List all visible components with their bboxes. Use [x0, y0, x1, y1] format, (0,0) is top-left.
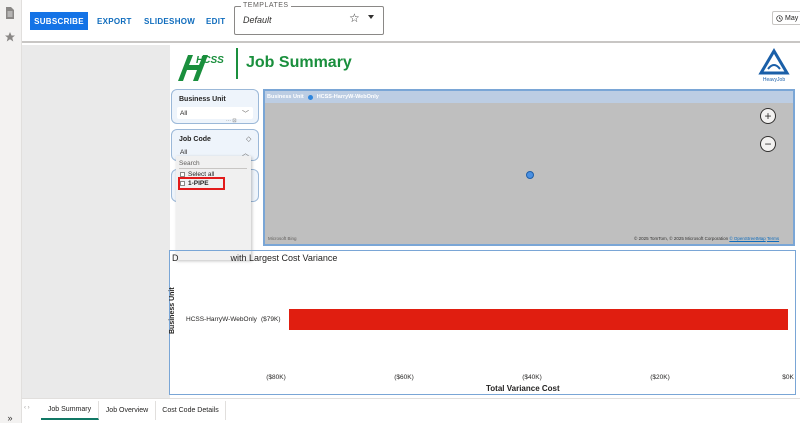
- map-brand: Microsoft Bing: [268, 236, 297, 241]
- chart-title-text: with Largest Cost Variance: [230, 253, 338, 263]
- chevron-down-icon: ﹀: [242, 111, 249, 118]
- map-legend-item: HCSS-HarryW-WebOnly: [316, 94, 379, 100]
- attribution-text: © 2025 TomTom, © 2025 Microsoft Corporat…: [634, 236, 729, 241]
- logo-text: HCSS: [196, 55, 224, 66]
- star-icon[interactable]: [3, 30, 17, 44]
- x-tick-label: ($80K): [266, 374, 286, 381]
- left-rail: [0, 0, 22, 423]
- x-tick-label: $0K: [782, 374, 794, 381]
- x-tick-label: ($40K): [522, 374, 542, 381]
- business-unit-slicer-title: Business Unit: [179, 96, 226, 103]
- map-location-point[interactable]: [526, 171, 534, 179]
- chart-title: Dwith Largest Cost Variance: [172, 253, 337, 263]
- chart-y-axis-label: Business Unit: [169, 287, 176, 334]
- x-tick-label: ($20K): [650, 374, 670, 381]
- favorite-star-icon[interactable]: ☆: [349, 11, 360, 25]
- templates-label: TEMPLATES: [241, 2, 291, 9]
- search-underline: [179, 168, 247, 169]
- heavyjob-logo-text: HeavyJob: [763, 77, 785, 83]
- zoom-out-button[interactable]: −: [760, 136, 776, 152]
- chart-x-axis-label: Total Variance Cost: [486, 384, 560, 393]
- caret-down-icon[interactable]: [368, 15, 374, 19]
- map-legend: Business Unit HCSS-HarryW-WebOnly: [265, 91, 793, 103]
- terms-link[interactable]: Terms: [767, 236, 779, 241]
- tab-job-overview[interactable]: Job Overview: [99, 401, 156, 420]
- heavyjob-logo: HeavyJob: [758, 48, 790, 83]
- page-title: Job Summary: [246, 54, 352, 71]
- clock-icon: [776, 14, 783, 22]
- export-button[interactable]: EXPORT: [97, 12, 132, 30]
- map-visual[interactable]: [263, 89, 795, 246]
- hcss-logo: HCSS: [178, 55, 224, 81]
- slideshow-button[interactable]: SLIDESHOW: [144, 12, 195, 30]
- tab-cost-code-details[interactable]: Cost Code Details: [156, 401, 226, 420]
- bar-data-label: ($79K): [261, 316, 281, 323]
- job-code-search-input[interactable]: Search: [179, 160, 200, 167]
- tab-scroll-arrows[interactable]: ‹ ›: [24, 405, 30, 411]
- subscribe-button[interactable]: SUBSCRIBE: [30, 12, 88, 30]
- business-unit-value: All: [180, 109, 188, 117]
- osm-link[interactable]: © OpenStreetMap: [729, 236, 765, 241]
- bar-0[interactable]: [289, 309, 788, 330]
- slicer-options-icons[interactable]: ⋯ ⊡: [226, 118, 237, 124]
- map-legend-title: Business Unit: [267, 94, 304, 100]
- job-code-slicer-title: Job Code: [179, 136, 211, 143]
- zoom-in-button[interactable]: +: [760, 108, 776, 124]
- job-code-value: All: [180, 148, 188, 156]
- edit-button[interactable]: EDIT: [206, 12, 225, 30]
- category-label: HCSS-HarryW-WebOnly: [186, 316, 257, 323]
- toolbar: [22, 0, 800, 43]
- title-divider: [236, 48, 238, 79]
- document-icon[interactable]: [3, 6, 17, 20]
- tab-job-summary[interactable]: Job Summary: [41, 401, 99, 420]
- chart-title-prefix: D: [172, 253, 179, 263]
- date-button[interactable]: May: [772, 11, 800, 25]
- legend-dot-icon: [307, 94, 313, 100]
- x-tick-label: ($60K): [394, 374, 414, 381]
- eraser-icon[interactable]: ◇: [246, 135, 251, 143]
- business-unit-dropdown[interactable]: All ﹀: [177, 107, 253, 119]
- highlight-box: [178, 177, 225, 190]
- templates-value: Default: [243, 15, 272, 25]
- date-label: May: [785, 14, 799, 22]
- business-unit-slicer: Business Unit All ﹀: [171, 89, 259, 124]
- map-attribution: © 2025 TomTom, © 2025 Microsoft Corporat…: [634, 236, 779, 241]
